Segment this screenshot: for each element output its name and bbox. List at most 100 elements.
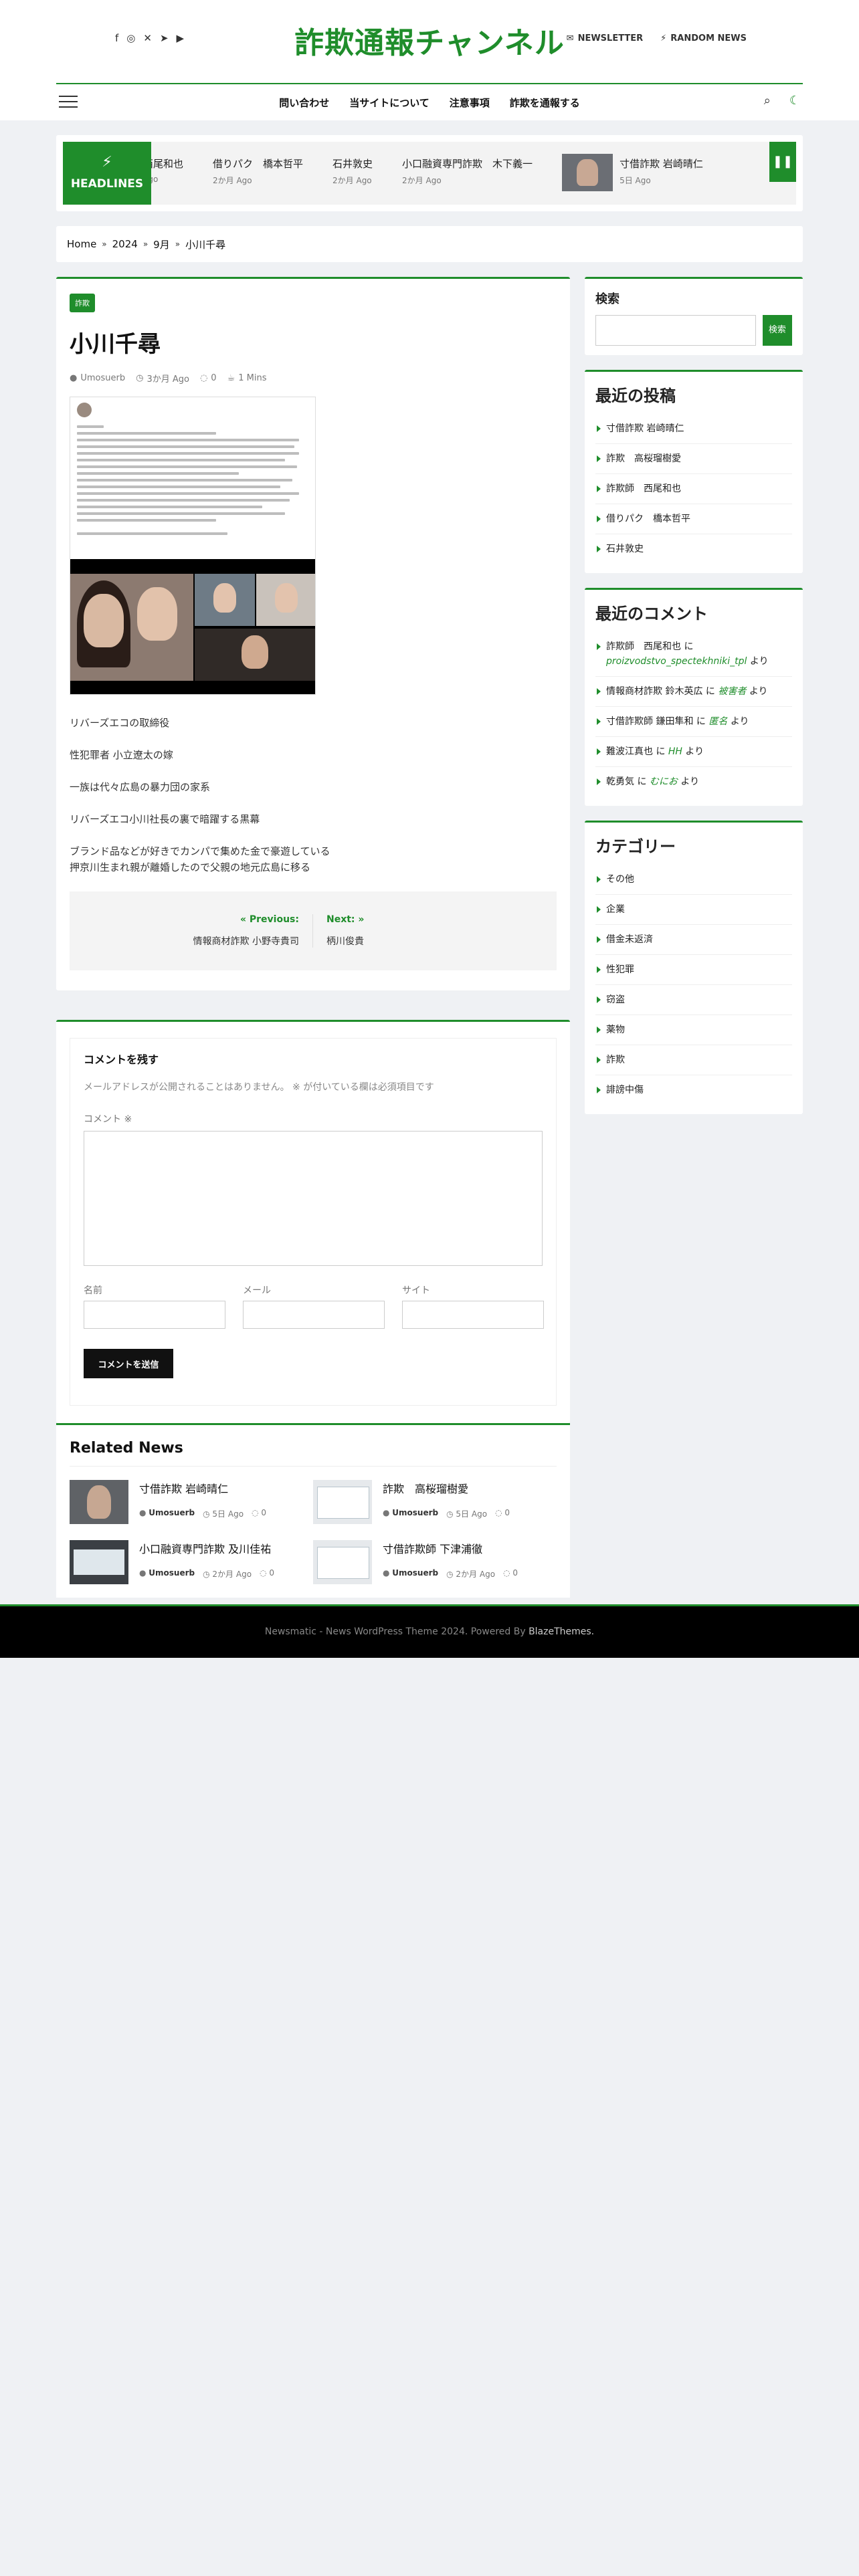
previous-label: Previous:	[249, 914, 299, 925]
recent-post-link[interactable]: 寸借詐欺 岩崎晴仁	[595, 414, 792, 444]
recent-post-link[interactable]: 借りパク 橋本哲平	[595, 504, 792, 534]
previous-post-link[interactable]: « Previous: 情報商材詐欺 小野寺貴司	[83, 914, 313, 948]
comment-post-link[interactable]: 情報商材詐欺 鈴木英広	[606, 686, 702, 697]
author[interactable]: ● Umosuerb	[70, 373, 125, 383]
recent-post-link[interactable]: 石井敦史	[595, 534, 792, 564]
comment-joiner: に	[696, 716, 706, 727]
article-image[interactable]	[70, 397, 316, 695]
ticker-item[interactable]: 小口融資専門詐欺 木下義一 2か月 Ago	[402, 156, 533, 191]
mail-icon: ✉	[566, 33, 574, 43]
nav-item-contact[interactable]: 問い合わせ	[279, 96, 329, 110]
comment-author-link[interactable]: 匿名	[708, 716, 727, 727]
search-icon[interactable]: ⌕	[764, 94, 771, 108]
post-date[interactable]: ◷ 3か月 Ago	[136, 372, 189, 385]
related-item[interactable]: 寸借詐欺 岩崎晴仁 ● Umosuerb ◷ 5日 Ago ◌ 0	[70, 1480, 313, 1524]
random-news-label: RANDOM NEWS	[670, 33, 747, 43]
top-links: ✉ NEWSLETTER ⚡ RANDOM NEWS	[567, 33, 747, 43]
related-news: Related News 寸借詐欺 岩崎晴仁 ● Umosuerb ◷ 5日 Ag…	[56, 1423, 570, 1598]
category-link[interactable]: 詐欺	[595, 1045, 792, 1075]
related-author[interactable]: ● Umosuerb	[139, 1508, 195, 1519]
ticker-item[interactable]: 石井敦史 2か月 Ago	[332, 156, 373, 191]
ticker-thumbnail	[562, 154, 613, 191]
related-title[interactable]: 寸借詐欺師 下津浦徹	[383, 1540, 518, 1556]
comment-tail: より	[749, 656, 769, 667]
comment-post-link[interactable]: 難波江真也	[606, 746, 653, 757]
category-link[interactable]: その他	[595, 865, 792, 895]
related-comments: ◌ 0	[503, 1568, 518, 1578]
headlines-label: HEADLINES	[70, 177, 144, 191]
category-badge[interactable]: 詐欺	[70, 294, 95, 312]
related-title[interactable]: 詐欺 高桜瑠樹愛	[383, 1480, 510, 1496]
comment-author-link[interactable]: HH	[668, 746, 682, 757]
double-chevron-left-icon: «	[240, 914, 247, 925]
image-post-header	[70, 397, 315, 423]
comment-textarea[interactable]	[84, 1131, 543, 1266]
recent-post-link[interactable]: 詐欺 高桜瑠樹愛	[595, 444, 792, 474]
related-thumbnail[interactable]	[313, 1540, 372, 1584]
related-thumbnail[interactable]	[70, 1540, 128, 1584]
related-item[interactable]: 小口融資専門詐欺 及川佳祐 ● Umosuerb ◷ 2か月 Ago ◌ 0	[70, 1540, 313, 1584]
related-item[interactable]: 寸借詐欺師 下津浦徹 ● Umosuerb ◷ 2か月 Ago ◌ 0	[313, 1540, 557, 1584]
email-input[interactable]	[243, 1301, 385, 1329]
related-thumbnail[interactable]	[313, 1480, 372, 1524]
category-link[interactable]: 借金未返済	[595, 925, 792, 955]
nav-item-about[interactable]: 当サイトについて	[349, 96, 430, 110]
search-widget: 検索 検索	[585, 277, 803, 355]
nav-item-notes[interactable]: 注意事項	[450, 96, 490, 110]
comment-author-link[interactable]: proizvodstvo_spectekhniki_tpl	[606, 656, 747, 667]
recent-comments-widget: 最近のコメント 詐欺師 西尾和也 に proizvodstvo_spectekh…	[585, 588, 803, 806]
next-post-link[interactable]: Next: » 柄川俊貴	[313, 914, 543, 948]
related-heading: Related News	[70, 1440, 557, 1467]
paragraph: ブランド品などが好きでカンパで集めた金で豪遊している 押京川生まれ親が離婚したの…	[70, 845, 330, 873]
ticker-item[interactable]: 寸借詐欺 岩崎晴仁 5日 Ago	[562, 154, 703, 191]
comment-heading: コメントを残す	[84, 1053, 159, 1066]
comment-joiner: に	[637, 776, 647, 787]
category-link[interactable]: 薬物	[595, 1015, 792, 1045]
comment-post-link[interactable]: 寸借詐欺師 鎌田隼和	[606, 716, 693, 727]
related-title[interactable]: 小口融資専門詐欺 及川佳祐	[139, 1540, 274, 1556]
image-post-text	[70, 423, 315, 542]
sidebar-search-button[interactable]: 検索	[762, 315, 792, 346]
related-author[interactable]: ● Umosuerb	[139, 1568, 195, 1580]
footer-brand-link[interactable]: BlazeThemes.	[529, 1626, 594, 1637]
category-link[interactable]: 誹謗中傷	[595, 1075, 792, 1105]
category-link[interactable]: 企業	[595, 895, 792, 925]
hamburger-menu-icon[interactable]	[59, 96, 78, 109]
ticker-item[interactable]: 借りパク 橋本哲平 2か月 Ago	[213, 156, 303, 191]
comment-post-link[interactable]: 詐欺師 西尾和也	[606, 641, 681, 652]
comment-count[interactable]: ◌ 0	[200, 373, 217, 383]
ticker-pause-button[interactable]: ❚❚	[769, 142, 796, 182]
comment-author-link[interactable]: むにお	[650, 776, 678, 787]
breadcrumb-month[interactable]: 9月	[153, 237, 170, 251]
related-thumbnail[interactable]	[70, 1480, 128, 1524]
name-input[interactable]	[84, 1301, 225, 1329]
site-input[interactable]	[402, 1301, 544, 1329]
paragraph: 性犯罪者 小立遼太の嫁	[70, 749, 173, 761]
image-avatar	[77, 403, 92, 417]
newsletter-label: NEWSLETTER	[577, 33, 644, 43]
related-author[interactable]: ● Umosuerb	[383, 1568, 438, 1580]
category-link[interactable]: 性犯罪	[595, 955, 792, 985]
recent-comment: 情報商材詐欺 鈴木英広 に 被害者 より	[595, 677, 792, 707]
newsletter-link[interactable]: ✉ NEWSLETTER	[567, 33, 643, 43]
nav-item-report[interactable]: 詐欺を通報する	[510, 96, 580, 110]
breadcrumb-year[interactable]: 2024	[112, 238, 138, 250]
breadcrumb-home[interactable]: Home	[67, 238, 96, 250]
submit-comment-button[interactable]: コメントを送信	[84, 1349, 173, 1378]
sidebar-search-input[interactable]	[595, 315, 756, 346]
comment-post-link[interactable]: 乾勇気	[606, 776, 634, 787]
related-title[interactable]: 寸借詐欺 岩崎晴仁	[139, 1480, 266, 1496]
ticker-meta: 2か月 Ago	[213, 176, 252, 185]
related-author[interactable]: ● Umosuerb	[383, 1508, 438, 1519]
recent-post-link[interactable]: 詐欺師 西尾和也	[595, 474, 792, 504]
related-item[interactable]: 詐欺 高桜瑠樹愛 ● Umosuerb ◷ 5日 Ago ◌ 0	[313, 1480, 557, 1524]
recent-comments-title: 最近のコメント	[595, 605, 708, 623]
random-news-link[interactable]: ⚡ RANDOM NEWS	[660, 33, 747, 43]
breadcrumb: Home » 2024 » 9月 » 小川千尋	[56, 226, 803, 262]
comment-author-link[interactable]: 被害者	[718, 686, 746, 697]
category-link[interactable]: 窃盗	[595, 985, 792, 1015]
dark-mode-icon[interactable]: ☾	[789, 94, 800, 108]
comment-joiner: に	[656, 746, 666, 757]
ticker-title: 借りパク 橋本哲平	[213, 158, 304, 170]
site-header: f ◎ ✕ ➤ ▶ 詐欺通報チャンネル ✉ NEWSLETTER ⚡ RANDOM …	[56, 0, 803, 83]
